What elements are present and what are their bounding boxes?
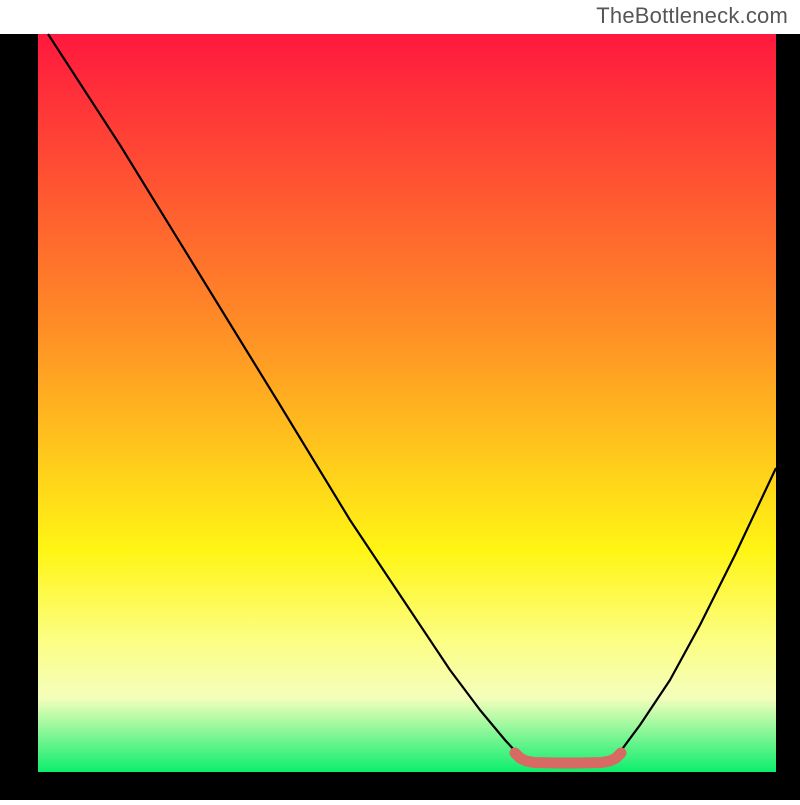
border-bottom bbox=[0, 772, 800, 800]
border-right bbox=[776, 34, 800, 800]
chart-container: TheBottleneck.com bbox=[0, 0, 800, 800]
plot-gradient bbox=[38, 34, 776, 772]
watermark-label: TheBottleneck.com bbox=[596, 3, 788, 29]
chart-svg bbox=[0, 0, 800, 800]
border-left bbox=[0, 34, 38, 800]
